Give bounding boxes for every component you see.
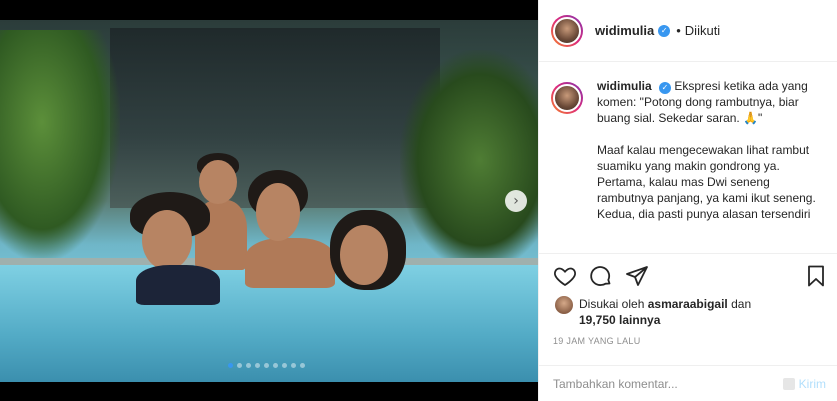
- emoji-icon: [782, 378, 795, 390]
- paper-plane-icon[interactable]: [625, 264, 649, 288]
- comment-bubble-icon[interactable]: [589, 264, 613, 288]
- carousel-dot: [282, 363, 287, 368]
- carousel-dot: [264, 363, 269, 368]
- verified-badge-icon: ✓: [659, 82, 672, 94]
- post-header: widimulia ✓ • Diikuti: [539, 0, 837, 62]
- next-photo-button[interactable]: ›: [505, 190, 527, 212]
- carousel-dot: [273, 363, 278, 368]
- likes-count[interactable]: 19,750 lainnya: [579, 313, 660, 327]
- instagram-post-modal: › widimulia ✓ • Diikuti widimulia ✓ Ekspr…: [0, 0, 837, 401]
- boy-standing-face: [199, 160, 237, 204]
- comment-bar: Kirim: [539, 365, 837, 401]
- girl-face: [340, 225, 388, 285]
- post-side-panel: widimulia ✓ • Diikuti widimulia ✓ Ekspres…: [538, 0, 837, 401]
- action-icons: [553, 264, 828, 290]
- liker-avatar[interactable]: [555, 296, 573, 314]
- photo-area: ›: [0, 0, 538, 401]
- caption-text: widimulia ✓ Ekspresi ketika ada yang kom…: [597, 79, 816, 221]
- send-button[interactable]: Kirim: [782, 377, 826, 391]
- post-photo[interactable]: [0, 20, 538, 382]
- carousel-dot: [237, 363, 242, 368]
- post-timestamp[interactable]: 19 JAM YANG LALU: [553, 336, 641, 346]
- carousel-dot: [300, 363, 305, 368]
- man-face: [256, 183, 300, 241]
- caption-avatar[interactable]: [551, 82, 583, 114]
- carousel-dot: [291, 363, 296, 368]
- chevron-right-icon: ›: [513, 193, 519, 209]
- caption-username[interactable]: widimulia: [597, 79, 652, 93]
- bookmark-icon[interactable]: [804, 264, 828, 288]
- verified-badge-icon: ✓: [658, 24, 671, 37]
- man-body: [245, 238, 335, 288]
- plant-right: [400, 50, 538, 270]
- comment-input[interactable]: [553, 377, 783, 391]
- carousel-dots: [228, 363, 305, 368]
- username-link[interactable]: widimulia: [595, 23, 654, 38]
- carousel-dot: [246, 363, 251, 368]
- boy-left-face: [142, 210, 192, 270]
- likes-summary: Disukai oleh asmaraabigail dan 19,750 la…: [555, 296, 751, 328]
- carousel-dot: [255, 363, 260, 368]
- carousel-dot: [228, 363, 233, 368]
- boy-left-shirt: [136, 265, 220, 305]
- plant-left: [0, 30, 120, 260]
- liker-username[interactable]: asmaraabigail: [648, 297, 728, 311]
- avatar[interactable]: [551, 14, 583, 47]
- heart-icon[interactable]: [553, 264, 577, 288]
- follow-status[interactable]: • Diikuti: [676, 23, 720, 38]
- caption: widimulia ✓ Ekspresi ketika ada yang kom…: [551, 78, 836, 248]
- post-actions: Disukai oleh asmaraabigail dan 19,750 la…: [539, 253, 837, 401]
